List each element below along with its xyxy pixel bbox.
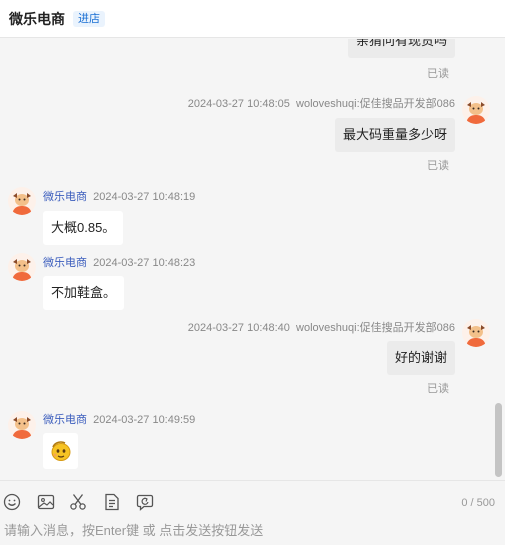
message-bubble: 亲猜问有现货吗 xyxy=(347,39,455,58)
read-status: 已读 xyxy=(427,68,449,80)
sender-name: 微乐电商 xyxy=(43,191,87,203)
avatar[interactable] xyxy=(8,253,36,281)
scissors-icon[interactable] xyxy=(69,493,87,511)
input-toolbar: 0 / 500 xyxy=(0,480,505,522)
message-bubble: 最大码重量多少呀 xyxy=(334,118,455,152)
sender-name: woloveshuqi:促佳搜品开发部086 xyxy=(296,322,455,334)
message-text: 最大码重量多少呀 xyxy=(342,127,447,142)
message-text: 大概0.85。 xyxy=(51,220,116,235)
emoji-sticker-icon xyxy=(51,441,71,461)
message-meta: 微乐电商 2024-03-27 10:48:23 xyxy=(43,254,195,270)
chat-header: 微乐电商 进店 xyxy=(0,0,505,38)
message-meta: 2024-03-27 10:48:40 woloveshuqi:促佳搜品开发部0… xyxy=(188,319,455,335)
message-input[interactable] xyxy=(0,518,505,542)
message-text: 亲猜问有现货吗 xyxy=(355,39,447,48)
read-status: 已读 xyxy=(427,383,449,395)
read-status: 已读 xyxy=(427,160,449,172)
avatar-icon xyxy=(462,319,490,347)
message-meta: 微乐电商 2024-03-27 10:48:19 xyxy=(43,188,195,204)
message-bubble: 好的谢谢 xyxy=(386,341,455,375)
sender-name: woloveshuqi:促佳搜品开发部086 xyxy=(296,98,455,110)
message-bubble[interactable] xyxy=(43,433,78,469)
message-text: 不加鞋盒。 xyxy=(51,285,117,300)
message-time: 2024-03-27 10:49:59 xyxy=(93,414,196,426)
image-icon[interactable] xyxy=(37,493,55,511)
history-icon[interactable] xyxy=(136,493,154,511)
message-time: 2024-03-27 10:48:19 xyxy=(93,191,196,203)
message-time: 2024-03-27 10:48:40 xyxy=(187,322,290,334)
message-text: 好的谢谢 xyxy=(394,350,447,365)
sender-name: 微乐电商 xyxy=(43,257,87,269)
avatar-icon xyxy=(8,253,36,281)
avatar-icon xyxy=(8,187,36,215)
char-counter: 0 / 500 xyxy=(461,497,495,509)
avatar[interactable] xyxy=(8,411,36,439)
scrollbar-thumb[interactable] xyxy=(495,403,502,477)
avatar-icon xyxy=(8,411,36,439)
enter-shop-button[interactable]: 进店 xyxy=(73,10,105,27)
shop-name: 微乐电商 xyxy=(9,10,65,27)
message-meta: 2024-03-27 10:48:05 woloveshuqi:促佳搜品开发部0… xyxy=(188,95,455,111)
sender-name: 微乐电商 xyxy=(43,414,87,426)
message-bubble: 不加鞋盒。 xyxy=(43,276,125,310)
avatar[interactable] xyxy=(462,96,490,124)
message-time: 2024-03-27 10:48:05 xyxy=(187,98,290,110)
message-time: 2024-03-27 10:48:23 xyxy=(93,257,196,269)
avatar-icon xyxy=(462,96,490,124)
message-meta: 微乐电商 2024-03-27 10:49:59 xyxy=(43,411,195,427)
avatar[interactable] xyxy=(8,187,36,215)
emoji-icon[interactable] xyxy=(3,493,21,511)
message-input-area xyxy=(0,518,505,545)
file-icon[interactable] xyxy=(103,493,121,511)
avatar[interactable] xyxy=(462,319,490,347)
message-bubble: 大概0.85。 xyxy=(43,211,124,245)
message-list[interactable]: 亲猜问有现货吗 已读 2024-03-27 10:48:05 woloveshu… xyxy=(0,39,505,480)
